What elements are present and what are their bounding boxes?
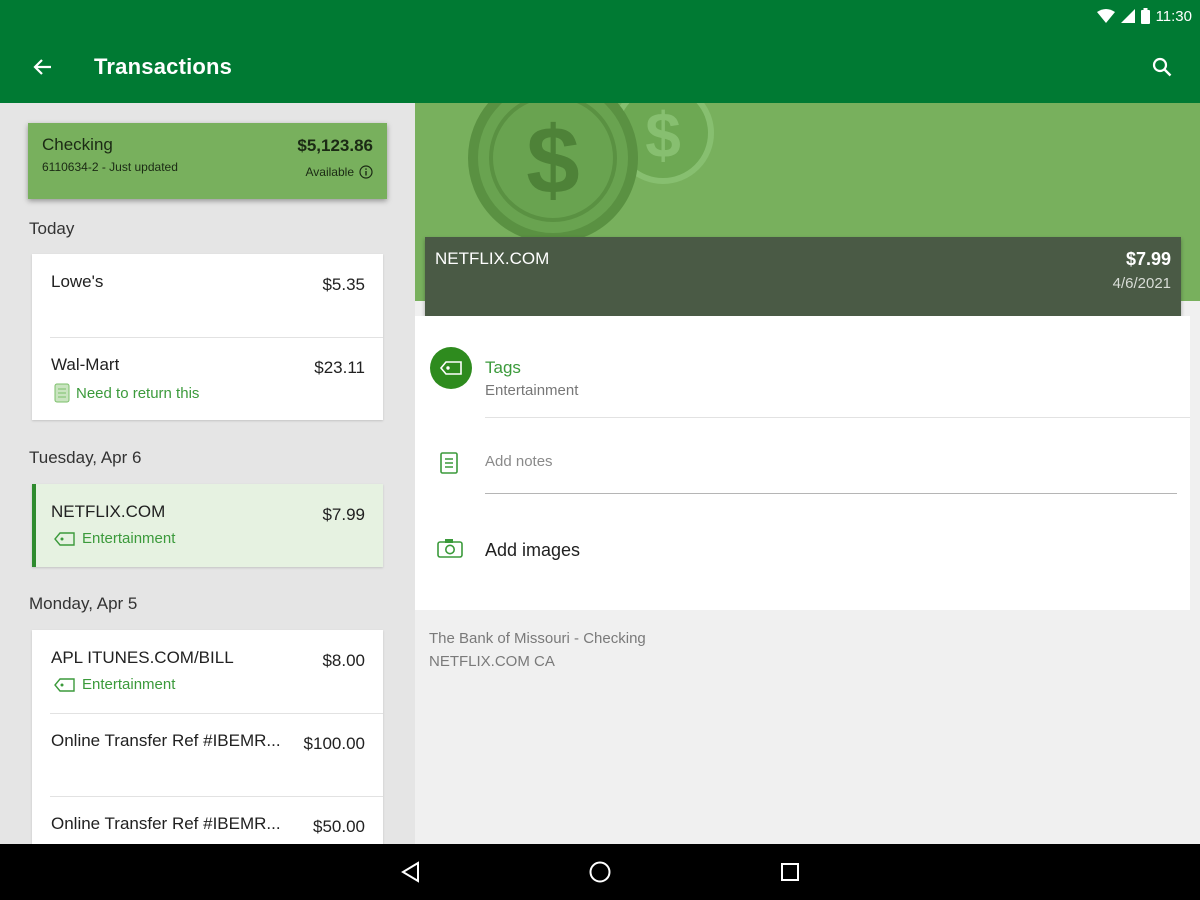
transaction-amount: $23.11 (314, 358, 365, 377)
transaction-name: Online Transfer Ref #IBEMR... (51, 731, 281, 750)
source-account: The Bank of Missouri - Checking (429, 630, 646, 647)
tag-icon (54, 531, 75, 546)
battery-icon (1140, 8, 1150, 24)
signal-icon (1120, 9, 1135, 23)
transaction-amount: $8.00 (322, 651, 365, 670)
transaction-note: Need to return this (54, 383, 199, 403)
tag-icon (54, 677, 75, 692)
nav-recents-button[interactable] (778, 860, 802, 884)
search-button[interactable] (1148, 53, 1176, 81)
nav-home-icon (589, 861, 611, 883)
notes-row (415, 418, 1190, 504)
source-description: NETFLIX.COM CA (429, 653, 555, 670)
transaction-row[interactable]: APL ITUNES.COM/BILL $8.00 Entertainment (32, 630, 383, 713)
system-nav-bar (0, 844, 1200, 900)
nav-back-icon (401, 861, 419, 883)
transaction-name: Lowe's (51, 272, 104, 291)
transaction-row[interactable]: Online Transfer Ref #IBEMR... $100.00 (32, 713, 383, 796)
transaction-row[interactable]: Online Transfer Ref #IBEMR... $50.00 (32, 796, 383, 844)
notes-icon (440, 452, 458, 474)
transactions-list-pane: Checking 6110634-2 - Just updated $5,123… (0, 103, 415, 844)
tags-row[interactable]: Tags Entertainment (415, 333, 1190, 418)
transaction-tag-text: Entertainment (82, 676, 176, 693)
transaction-amount: $50.00 (313, 817, 365, 836)
info-icon[interactable] (359, 165, 373, 179)
date-header: Monday, Apr 5 (29, 594, 138, 613)
tags-title: Tags (485, 358, 521, 377)
add-images-row[interactable]: Add images (415, 512, 1190, 592)
transaction-detail-pane: $ $ NETFLIX.COM $7.99 4/6/2021 Tags Ente… (415, 103, 1200, 844)
back-arrow-icon (33, 59, 51, 75)
available-label: Available (306, 165, 373, 179)
transaction-tag-text: Entertainment (82, 530, 176, 547)
transaction-group-card: APL ITUNES.COM/BILL $8.00 Entertainment … (32, 630, 383, 844)
transaction-name: NETFLIX.COM (51, 502, 166, 521)
detail-date: 4/6/2021 (1112, 275, 1171, 292)
transaction-row[interactable]: Wal-Mart $23.11 Need to return this (32, 337, 383, 420)
transaction-name: APL ITUNES.COM/BILL (51, 648, 234, 667)
nav-recents-icon (781, 863, 799, 881)
transaction-group-card: NETFLIX.COM $7.99 Entertainment (32, 484, 383, 567)
status-time: 11:30 (1155, 7, 1192, 25)
status-bar: 11:30 (1096, 6, 1192, 26)
app-bar: 11:30 Transactions (0, 0, 1200, 103)
account-balance: $5,123.86 (297, 136, 373, 155)
transaction-row[interactable]: Lowe's $5.35 (32, 254, 383, 337)
date-header: Tuesday, Apr 6 (29, 448, 142, 467)
date-header: Today (29, 219, 75, 238)
transaction-amount: $100.00 (303, 734, 365, 753)
transaction-amount: $7.99 (322, 505, 365, 524)
svg-text:$: $ (645, 103, 681, 171)
page-title: Transactions (94, 54, 233, 79)
detail-merchant-name: NETFLIX.COM (435, 249, 550, 268)
detail-summary-card: NETFLIX.COM $7.99 4/6/2021 (425, 237, 1181, 316)
transaction-row-selected[interactable]: NETFLIX.COM $7.99 Entertainment (32, 484, 383, 567)
nav-home-button[interactable] (588, 860, 612, 884)
note-icon (54, 383, 70, 403)
transaction-tag: Entertainment (54, 676, 175, 693)
svg-text:$: $ (526, 107, 579, 214)
detail-amount: $7.99 (1125, 249, 1171, 269)
search-icon (1152, 57, 1172, 77)
transaction-note-text: Need to return this (76, 384, 200, 402)
transaction-name: Wal-Mart (51, 355, 120, 374)
nav-back-button[interactable] (398, 860, 422, 884)
transaction-name: Online Transfer Ref #IBEMR... (51, 814, 281, 833)
tags-value: Entertainment (485, 382, 579, 399)
notes-input[interactable] (485, 452, 1177, 494)
wifi-icon (1096, 9, 1115, 23)
transaction-amount: $5.35 (322, 275, 365, 294)
account-card[interactable]: Checking 6110634-2 - Just updated $5,123… (28, 123, 387, 199)
detail-body: Tags Entertainment Add images (415, 316, 1190, 610)
tag-badge (430, 347, 472, 389)
add-images-label: Add images (485, 540, 581, 560)
transaction-tag: Entertainment (54, 530, 175, 547)
available-text: Available (305, 165, 354, 179)
camera-icon (437, 539, 463, 558)
tag-icon (439, 361, 462, 375)
source-info: The Bank of Missouri - Checking NETFLIX.… (429, 627, 646, 673)
dollar-coins-icon: $ $ (468, 103, 714, 243)
transaction-group-card: Lowe's $5.35 Wal-Mart $23.11 Need to ret… (32, 254, 383, 420)
back-button[interactable] (28, 52, 58, 82)
